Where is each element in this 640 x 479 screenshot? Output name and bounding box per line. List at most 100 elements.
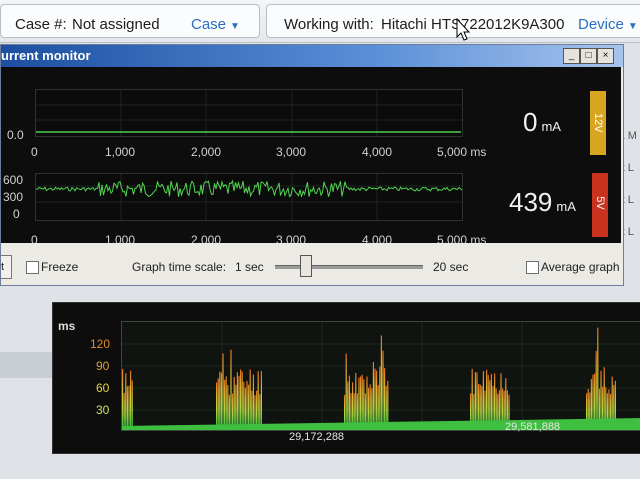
current-monitor-window: urrent monitor _ □ × 0.0 0 1,000 2,000 3… <box>0 44 624 286</box>
xtick-12v: 4,000 <box>362 145 393 159</box>
latency-bar <box>251 390 253 426</box>
badge-5v: 5V <box>592 173 608 237</box>
latency-bar <box>490 373 492 426</box>
reading-12v-unit: mA <box>541 119 561 134</box>
case-panel: Case #: Not assigned Case ▼ <box>0 4 260 38</box>
freeze-label: Freeze <box>41 260 79 274</box>
top-bar: Case #: Not assigned Case ▼ Working with:… <box>0 0 640 43</box>
latency-bar <box>369 384 371 426</box>
latency-bar <box>366 376 368 426</box>
latency-bar <box>257 371 259 426</box>
reading-5v-unit: mA <box>556 199 576 214</box>
latency-plot <box>121 321 640 431</box>
monitor-controls: t Freeze Graph time scale: 1 sec 20 sec … <box>1 243 621 285</box>
latency-ytick: 90 <box>96 359 110 373</box>
latency-bar <box>360 376 362 426</box>
badge-12v: 12V <box>590 91 606 155</box>
time-scale-slider-thumb[interactable] <box>299 255 312 277</box>
latency-bar <box>217 378 219 426</box>
latency-unit: ms <box>58 319 76 333</box>
latency-bar <box>246 380 248 426</box>
latency-bar <box>131 380 133 426</box>
latency-bar <box>224 379 226 426</box>
clip-button[interactable]: t <box>1 255 12 279</box>
latency-bar <box>481 385 483 426</box>
latency-bar <box>235 384 237 426</box>
latency-bar <box>259 394 261 426</box>
latency-bar <box>361 374 363 426</box>
latency-bar <box>128 385 130 426</box>
latency-bar <box>482 371 484 426</box>
latency-bar <box>505 378 507 426</box>
device-panel: Working with: Hitachi HTS722012K9A300 De… <box>266 4 640 38</box>
plot-12v-svg <box>36 90 462 136</box>
latency-bar <box>125 373 127 426</box>
latency-bar <box>252 374 254 426</box>
latency-bar <box>371 388 373 426</box>
latency-bar <box>471 368 473 426</box>
latency-bar <box>347 381 349 426</box>
window-titlebar[interactable]: urrent monitor _ □ × <box>1 45 623 67</box>
plot-5v-svg <box>35 174 463 220</box>
time-scale-slider-track[interactable] <box>275 265 423 269</box>
reading-12v: 0 mA <box>523 107 561 138</box>
latency-bar <box>494 373 496 426</box>
scale-label: Graph time scale: <box>132 260 227 274</box>
case-menu-button[interactable]: Case ▼ <box>191 16 240 33</box>
latency-bar <box>122 368 124 426</box>
reading-5v-value: 439 <box>509 187 553 217</box>
freeze-checkbox[interactable] <box>26 261 39 274</box>
latency-bar <box>352 382 354 426</box>
latency-bar <box>379 366 381 426</box>
latency-bar <box>238 375 240 426</box>
badge-12v-label: 12V <box>592 113 604 133</box>
latency-bar <box>384 368 386 426</box>
device-name: Hitachi HTS722012K9A300 <box>381 16 565 33</box>
mouse-pointer-icon <box>456 18 471 41</box>
latency-bar <box>600 370 602 426</box>
plot-5v <box>35 173 463 221</box>
latency-bar <box>233 376 235 426</box>
latency-bar <box>368 387 370 426</box>
latency-bar <box>243 381 245 426</box>
latency-bar <box>474 372 476 426</box>
device-menu-button[interactable]: Device ▼ <box>578 16 638 33</box>
latency-bar <box>260 370 262 426</box>
latency-ytick: 60 <box>96 381 110 395</box>
ytick-12v: 0.0 <box>7 128 24 142</box>
latency-bar <box>126 386 128 426</box>
latency-bar <box>220 372 222 426</box>
latency-bar <box>489 380 491 426</box>
xtick-12v: 1,000 <box>105 145 136 159</box>
maximize-button[interactable]: □ <box>580 48 597 64</box>
latency-bar <box>236 372 238 426</box>
latency-bar <box>377 385 379 426</box>
latency-xlabel: 29,581,888 <box>505 421 561 433</box>
background-panel <box>0 352 52 378</box>
latency-bar <box>492 385 494 426</box>
badge-5v-label: 5V <box>594 196 606 210</box>
latency-bar <box>130 370 132 426</box>
ytick-5v: 0 <box>13 207 20 221</box>
working-label: Working with: <box>284 16 374 33</box>
latency-bar <box>228 394 230 426</box>
xtick-12v: 0 <box>31 145 38 159</box>
window-title: urrent monitor <box>1 48 91 63</box>
latency-bar <box>350 393 352 426</box>
close-button[interactable]: × <box>597 48 614 64</box>
latency-bar <box>222 353 224 426</box>
latency-bar <box>256 390 258 426</box>
minimize-button[interactable]: _ <box>563 48 580 64</box>
latency-plot-svg <box>122 322 640 430</box>
scale-max: 20 sec <box>433 260 469 274</box>
reading-5v: 439 mA <box>509 187 576 218</box>
latency-bar <box>240 369 242 426</box>
xtick-12v: 5,000 ms <box>437 145 487 159</box>
reading-12v-value: 0 <box>523 107 538 137</box>
average-checkbox[interactable] <box>526 261 539 274</box>
latency-bar <box>363 379 365 426</box>
plot-12v <box>35 89 463 137</box>
latency-bar <box>476 372 478 426</box>
trace-5v <box>35 179 463 198</box>
monitor-display: 0.0 0 1,000 2,000 3,000 4,000 5,000 ms 0… <box>1 67 621 247</box>
